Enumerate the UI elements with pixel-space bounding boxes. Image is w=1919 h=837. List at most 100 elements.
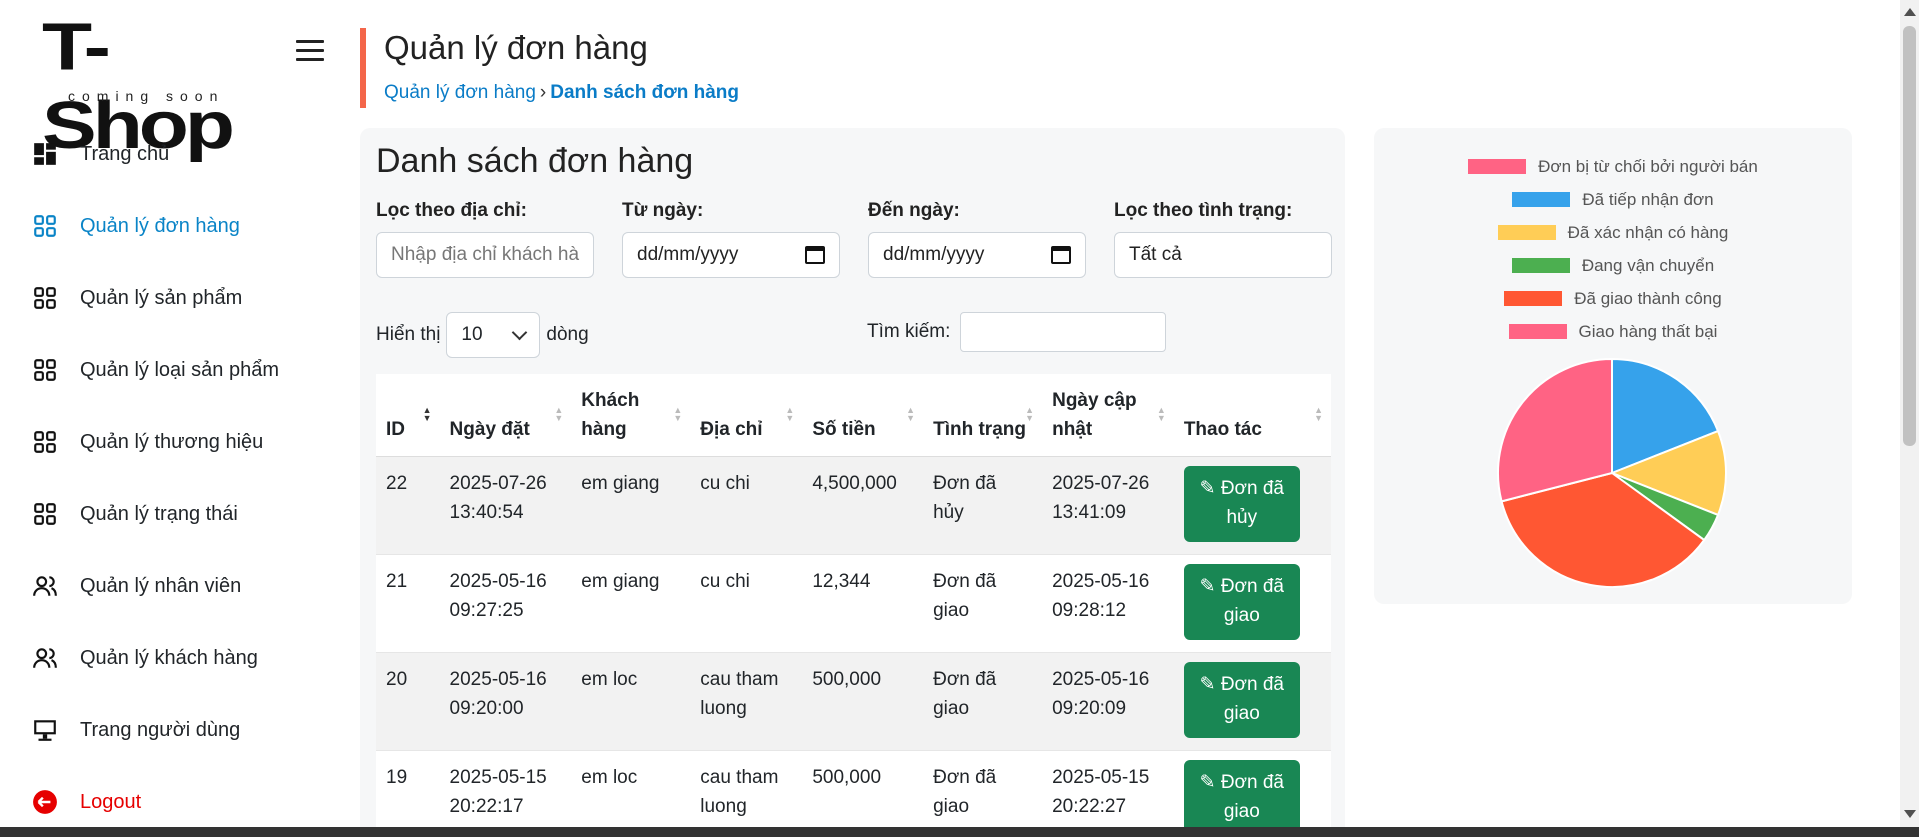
to-date-filter: Đến ngày: dd/mm/yyyy — [868, 200, 1086, 278]
users-icon — [33, 648, 57, 668]
legend-swatch — [1504, 291, 1563, 306]
logo[interactable]: T-Shop coming soon — [40, 8, 280, 163]
sidebar-item-label: Quản lý loại sản phẩm — [80, 358, 280, 381]
legend-swatch — [1512, 192, 1571, 207]
sidebar-item-home[interactable]: Trang chủ — [0, 118, 350, 190]
grid-icon — [34, 215, 56, 237]
legend-item[interactable]: Đã xác nhận có hàng — [1374, 216, 1852, 249]
table-row: 22 2025-07-26 13:40:54 em giang cu chi 4… — [376, 456, 1331, 555]
column-header-actions[interactable]: Thao tác ▲ ▼ — [1173, 374, 1331, 457]
orders-panel: Danh sách đơn hàng Lọc theo địa chỉ: Nhậ… — [360, 128, 1345, 837]
sidebar-item-staff[interactable]: Quản lý nhân viên — [0, 550, 350, 622]
order-status-button[interactable]: ✎ Đơn đã hủy — [1183, 466, 1300, 542]
cell-date: 2025-05-16 09:27:25 — [439, 554, 572, 653]
column-header-amount[interactable]: Số tiền ▲ ▼ — [802, 374, 924, 457]
order-status-button[interactable]: ✎ Đơn đã giao — [1183, 760, 1300, 836]
menu-toggle-icon[interactable] — [296, 40, 324, 64]
from-date-label: Từ ngày: — [622, 200, 704, 221]
sidebar-item-statuses[interactable]: Quản lý trạng thái — [0, 478, 350, 550]
legend-swatch — [1511, 258, 1570, 273]
users-icon — [33, 576, 57, 596]
table-row: 19 2025-05-15 20:22:17 em loc cau tham l… — [376, 750, 1331, 837]
column-header-customer[interactable]: Khách hàng ▲ ▼ — [571, 374, 691, 457]
status-filter-select[interactable]: Tất cả — [1114, 232, 1332, 278]
order-status-button-label: Đơn đã giao — [1220, 674, 1284, 724]
cell-updated: 2025-05-16 09:28:12 — [1042, 554, 1174, 653]
sidebar-item-products[interactable]: Quản lý sản phẩm — [0, 262, 350, 334]
order-status-button-label: Đơn đã giao — [1220, 576, 1284, 626]
grid-icon — [34, 287, 56, 309]
to-date-input[interactable]: dd/mm/yyyy — [868, 232, 1086, 278]
legend-item[interactable]: Đã giao thành công — [1374, 282, 1852, 315]
to-date-label: Đến ngày: — [868, 200, 960, 221]
sidebar: T-Shop coming soon Trang chủ Quản lý đơn… — [0, 0, 350, 837]
column-header-id[interactable]: ID ▲ ▼ — [376, 374, 440, 457]
cell-id: 19 — [376, 750, 440, 837]
sidebar-item-label: Quản lý thương hiệu — [80, 430, 264, 453]
sidebar-item-brands[interactable]: Quản lý thương hiệu — [0, 406, 350, 478]
cell-updated: 2025-05-15 20:22:27 — [1042, 750, 1174, 837]
cell-actions: ✎ Đơn đã giao — [1173, 652, 1331, 751]
sidebar-item-label: Quản lý trạng thái — [80, 502, 238, 525]
sidebar-item-user-page[interactable]: Trang người dùng — [0, 694, 350, 766]
search-input[interactable] — [960, 312, 1167, 352]
legend-item[interactable]: Đang vận chuyển — [1374, 249, 1852, 282]
legend-item[interactable]: Đơn bị từ chối bởi người bán — [1374, 150, 1852, 183]
order-status-button[interactable]: ✎ Đơn đã giao — [1183, 564, 1300, 640]
order-status-button[interactable]: ✎ Đơn đã giao — [1183, 662, 1300, 738]
cell-customer: em loc — [571, 750, 691, 837]
scroll-down-icon[interactable] — [1904, 810, 1916, 818]
bottom-bar — [0, 827, 1919, 837]
chart-legend: Đơn bị từ chối bởi người bán Đã tiếp nhậ… — [1374, 150, 1852, 348]
sidebar-item-label: Quản lý nhân viên — [80, 574, 242, 597]
legend-item[interactable]: Giao hàng thất bại — [1374, 315, 1852, 348]
page-length-select[interactable]: 10 — [446, 312, 541, 358]
sidebar-item-customers[interactable]: Quản lý khách hàng — [0, 622, 350, 694]
grid-icon — [34, 503, 56, 525]
legend-swatch — [1468, 159, 1527, 174]
pie-chart — [1497, 357, 1727, 588]
cell-customer: em loc — [571, 652, 691, 751]
sidebar-item-orders[interactable]: Quản lý đơn hàng — [0, 190, 350, 262]
page-length-control: Hiển thị 10 dòng — [376, 312, 589, 358]
edit-icon: ✎ — [1199, 674, 1216, 695]
calendar-icon[interactable] — [1051, 246, 1071, 264]
column-header-address[interactable]: Địa chỉ ▲ ▼ — [690, 374, 803, 457]
scroll-up-icon[interactable] — [1904, 8, 1916, 16]
column-header-status[interactable]: Tình trạng ▲ ▼ — [923, 374, 1043, 457]
cell-updated: 2025-05-16 09:20:09 — [1042, 652, 1174, 751]
column-header-date[interactable]: Ngày đặt ▲ ▼ — [439, 374, 572, 457]
from-date-value: dd/mm/yyyy — [637, 244, 739, 265]
cell-customer: em giang — [571, 456, 691, 555]
order-status-button-label: Đơn đã giao — [1220, 772, 1284, 822]
grid-icon — [34, 359, 56, 381]
sidebar-item-label: Quản lý sản phẩm — [80, 286, 243, 309]
page-scrollbar[interactable] — [1900, 0, 1919, 827]
sidebar-item-categories[interactable]: Quản lý loại sản phẩm — [0, 334, 350, 406]
to-date-value: dd/mm/yyyy — [883, 244, 985, 265]
scroll-thumb[interactable] — [1903, 26, 1916, 446]
cell-status: Đơn đã giao — [923, 652, 1043, 751]
cell-amount: 500,000 — [802, 750, 924, 837]
calendar-icon[interactable] — [805, 246, 825, 264]
cell-address: cau tham luong — [690, 750, 803, 837]
legend-swatch — [1508, 324, 1567, 339]
address-filter-input[interactable]: Nhập địa chỉ khách hà — [376, 232, 594, 278]
cell-amount: 12,344 — [802, 554, 924, 653]
breadcrumb-current[interactable]: Danh sách đơn hàng — [550, 82, 739, 103]
legend-swatch — [1497, 225, 1556, 240]
from-date-input[interactable]: dd/mm/yyyy — [622, 232, 840, 278]
status-filter-label: Lọc theo tình trạng: — [1114, 200, 1293, 221]
legend-item[interactable]: Đã tiếp nhận đơn — [1374, 183, 1852, 216]
cell-address: cu chi — [690, 456, 803, 555]
legend-label: Giao hàng thất bại — [1578, 321, 1718, 341]
cell-status: Đơn đã hủy — [923, 456, 1043, 555]
column-header-updated[interactable]: Ngày cập nhật ▲ ▼ — [1042, 374, 1174, 457]
orders-table: ID ▲ ▼ Ngày đặt ▲ ▼ Khách hàng ▲ ▼ Địa chỉ ▲ ▼ S… — [376, 374, 1331, 837]
address-filter-label: Lọc theo địa chỉ: — [376, 200, 527, 221]
sidebar-item-label: Logout — [80, 790, 142, 813]
address-filter: Lọc theo địa chỉ: Nhập địa chỉ khách hà — [376, 200, 594, 278]
edit-icon: ✎ — [1199, 576, 1216, 597]
breadcrumb-parent[interactable]: Quản lý đơn hàng — [384, 82, 536, 103]
dashboard-icon — [34, 143, 56, 165]
